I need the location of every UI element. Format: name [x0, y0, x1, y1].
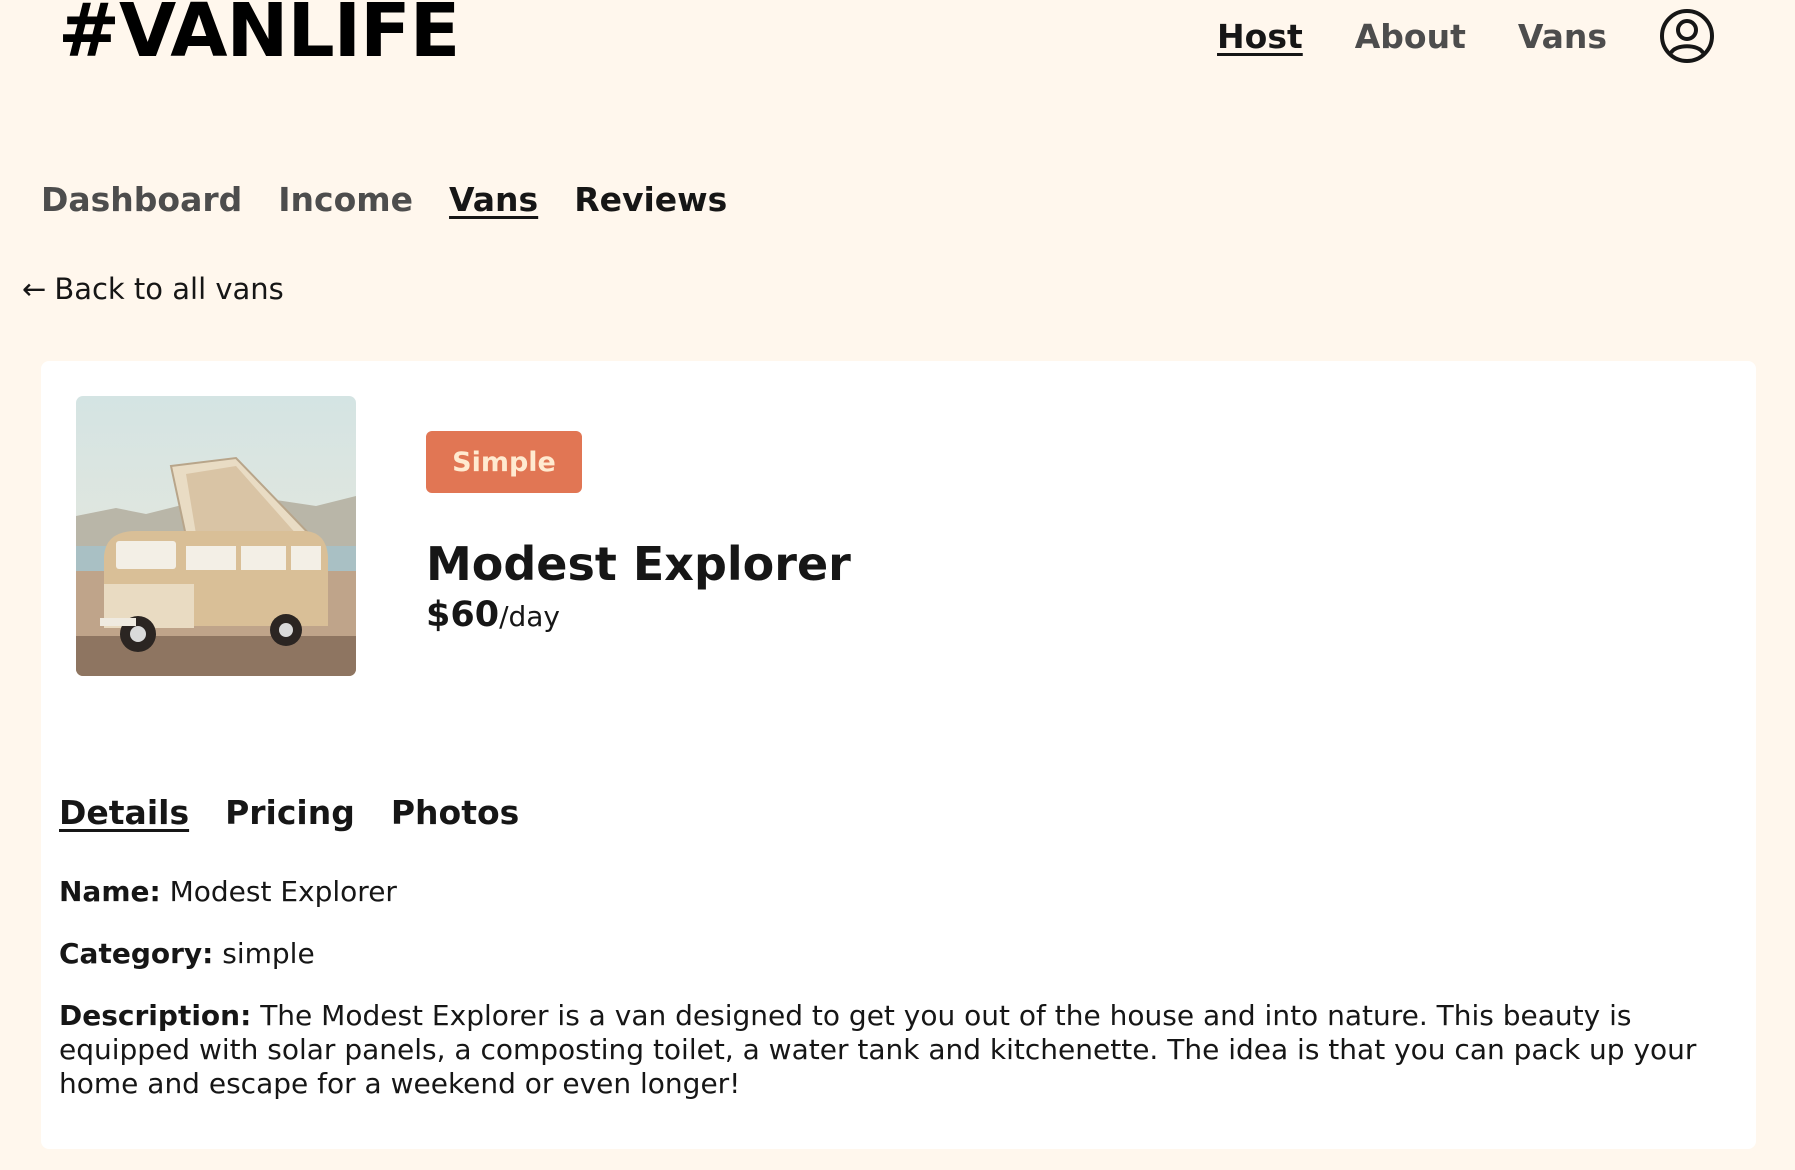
back-to-vans-link[interactable]: ← Back to all vans [22, 272, 284, 306]
host-nav-dashboard[interactable]: Dashboard [41, 180, 242, 219]
van-name-heading: Modest Explorer [426, 537, 851, 591]
nav-link-vans[interactable]: Vans [1518, 17, 1607, 56]
nav-link-about[interactable]: About [1355, 17, 1466, 56]
nav-link-host[interactable]: Host [1217, 17, 1303, 56]
host-nav-reviews[interactable]: Reviews [574, 180, 727, 219]
host-nav-income[interactable]: Income [278, 180, 413, 219]
back-arrow-icon: ← [22, 272, 47, 306]
tab-details[interactable]: Details [59, 793, 189, 832]
site-logo[interactable]: #VANLIFE [58, 0, 460, 68]
van-detail-tabs: Details Pricing Photos [59, 793, 519, 832]
detail-name-label: Name: [59, 875, 161, 908]
detail-category-label: Category: [59, 937, 214, 970]
host-nav-vans[interactable]: Vans [449, 180, 538, 219]
van-type-badge: Simple [426, 431, 582, 493]
detail-name: Name: Modest Explorer [59, 875, 1749, 909]
van-price: $60/day [426, 595, 560, 635]
van-details: Name: Modest Explorer Category: simple D… [59, 875, 1749, 1129]
detail-category: Category: simple [59, 937, 1749, 971]
price-amount: $60 [426, 595, 500, 635]
user-circle-icon [1660, 9, 1714, 63]
tab-pricing[interactable]: Pricing [225, 793, 355, 832]
host-nav: Dashboard Income Vans Reviews [41, 180, 727, 219]
van-photo [76, 396, 356, 676]
tab-photos[interactable]: Photos [391, 793, 519, 832]
detail-description-label: Description: [59, 999, 252, 1032]
account-link[interactable] [1659, 8, 1715, 64]
detail-description-value: The Modest Explorer is a van designed to… [59, 999, 1697, 1100]
van-detail-card: Simple Modest Explorer $60/day Details P… [41, 361, 1756, 1149]
detail-name-value: Modest Explorer [169, 875, 397, 908]
main-nav: Host About Vans [1217, 8, 1715, 64]
van-image [76, 396, 356, 676]
price-unit: /day [499, 600, 560, 633]
detail-description: Description: The Modest Explorer is a va… [59, 999, 1749, 1101]
detail-category-value: simple [222, 937, 315, 970]
back-link-label: Back to all vans [54, 272, 284, 306]
